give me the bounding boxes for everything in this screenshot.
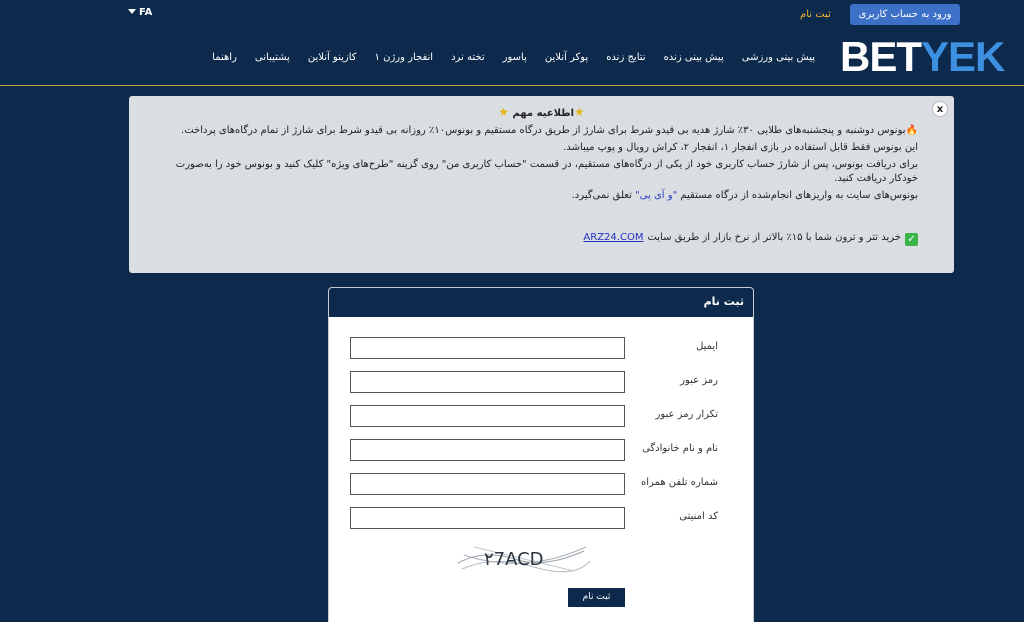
notice-line-4b: تعلق نمی‌گیرد.: [571, 190, 636, 201]
notice-line-2: این بونوس فقط قابل استفاده در بازی انفجا…: [563, 142, 918, 153]
password-confirm-field[interactable]: [350, 405, 625, 427]
fire-icon: 🔥: [905, 125, 918, 136]
notice-line-1-text: بونوس دوشنبه و پنجشنبه‌های طلایی ۳۰٪ شار…: [181, 125, 906, 136]
notice-body: 🔥بونوس دوشنبه و پنجشنبه‌های طلایی ۳۰٪ شا…: [158, 124, 918, 206]
captcha-field[interactable]: [350, 507, 625, 529]
email-field[interactable]: [350, 337, 625, 359]
email-label: ایمیل: [696, 341, 718, 352]
header-divider: [0, 85, 1024, 86]
nav-live-betting[interactable]: پیش بینی زنده: [655, 52, 733, 63]
register-panel-title: ثبت نام: [329, 288, 753, 317]
fullname-field[interactable]: [350, 439, 625, 461]
nav-help[interactable]: راهنما: [203, 52, 246, 63]
phone-field[interactable]: [350, 473, 625, 495]
notice-line-4: بونوس‌های سایت به واریزهای انجام‌شده از …: [158, 189, 918, 203]
nav-live-results[interactable]: نتایج زنده: [597, 52, 654, 63]
form-row-captcha: کد امنیتی: [329, 507, 753, 529]
phone-label: شماره تلفن همراه: [641, 477, 718, 488]
register-panel: ثبت نام ایمیل رمز عبور تکرار رمز عبور نا…: [328, 287, 754, 622]
vip-highlight: "و آی پی": [635, 190, 678, 201]
notice-title: ★اطلاعیه مهم ★: [129, 105, 954, 119]
notice-title-text: اطلاعیه مهم: [512, 108, 575, 119]
password-label: رمز عبور: [680, 375, 718, 386]
form-row-email: ایمیل: [329, 337, 753, 359]
fullname-label: نام و نام خانوادگی: [642, 443, 718, 454]
logo-bet: BET: [840, 33, 922, 80]
arz-promo: ✓ خرید تتر و ترون شما با ۱۵٪ بالاتر از نر…: [583, 232, 918, 246]
notice-line-3: برای دریافت بونوس، پس از شارژ حساب کاربر…: [175, 159, 918, 184]
form-row-password-confirm: تکرار رمز عبور: [329, 405, 753, 427]
check-icon: ✓: [905, 233, 918, 246]
password-field[interactable]: [350, 371, 625, 393]
register-link[interactable]: ثبت نام: [800, 9, 831, 20]
arz-text: خرید تتر و ترون شما با ۱۵٪ بالاتر از نرخ…: [647, 232, 901, 243]
submit-button[interactable]: ثبت نام: [568, 588, 625, 607]
notice-line-1: 🔥بونوس دوشنبه و پنجشنبه‌های طلایی ۳۰٪ شا…: [158, 124, 918, 138]
language-selector[interactable]: FA: [128, 7, 152, 18]
form-row-fullname: نام و نام خانوادگی: [329, 439, 753, 461]
star-icon: ★: [574, 105, 585, 119]
login-button[interactable]: ورود به حساب کاربری: [850, 4, 960, 25]
site-logo[interactable]: BETYEK: [840, 33, 1005, 80]
captcha-image: ۲7ACD: [454, 541, 594, 575]
main-nav: پیش بینی ورزشی پیش بینی زنده نتایج زنده …: [203, 52, 824, 63]
captcha-text: ۲7ACD: [484, 549, 544, 570]
notice-box: x ★اطلاعیه مهم ★ 🔥بونوس دوشنبه و پنجشنبه…: [129, 96, 954, 273]
nav-online-casino[interactable]: کازینو آنلاین: [299, 52, 366, 63]
password-confirm-label: تکرار رمز عبور: [655, 409, 718, 420]
nav-online-poker[interactable]: پوکر آنلاین: [536, 52, 597, 63]
language-label: FA: [139, 7, 153, 18]
caret-down-icon: [128, 9, 136, 14]
nav-pasur[interactable]: پاسور: [494, 52, 536, 63]
captcha-label: کد امنیتی: [679, 511, 718, 522]
arz24-link[interactable]: ARZ24.COM: [583, 232, 643, 243]
nav-sports-betting[interactable]: پیش بینی ورزشی: [733, 52, 824, 63]
nav-crash-v1[interactable]: انفجار ورژن ۱: [366, 52, 443, 63]
star-icon: ★: [498, 105, 509, 119]
top-bar: FA ثبت نام ورود به حساب کاربری: [0, 0, 1024, 30]
form-row-phone: شماره تلفن همراه: [329, 473, 753, 495]
notice-line-4a: بونوس‌های سایت به واریزهای انجام‌شده از …: [677, 190, 918, 201]
form-row-password: رمز عبور: [329, 371, 753, 393]
nav-support[interactable]: پشتیبانی: [246, 52, 299, 63]
nav-backgammon[interactable]: تخته نرد: [442, 52, 494, 63]
logo-yek: YEK: [921, 33, 1005, 80]
